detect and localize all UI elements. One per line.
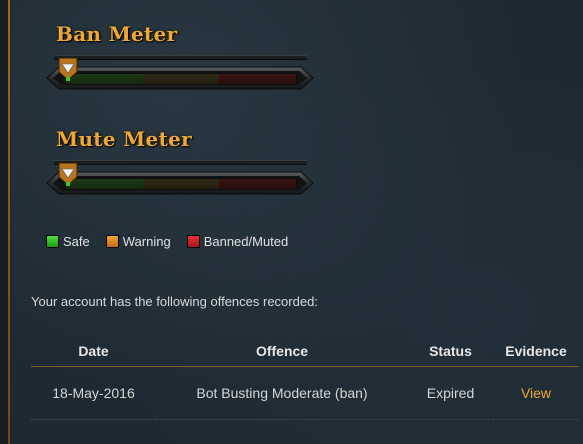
mute-meter-title: Mute Meter bbox=[56, 127, 192, 151]
muted-zone bbox=[219, 179, 297, 189]
legend-item-warning: Warning bbox=[105, 234, 171, 249]
evidence-cell: View bbox=[493, 367, 579, 420]
banned-swatch-icon bbox=[186, 235, 200, 248]
view-evidence-link[interactable]: View bbox=[521, 385, 551, 401]
offence-date: 18-May-2016 bbox=[52, 385, 135, 401]
legend-item-banned: Banned/Muted bbox=[186, 234, 289, 249]
ban-meter-title: Ban Meter bbox=[56, 22, 178, 46]
meter-legend: Safe Warning Banned/Muted bbox=[46, 234, 304, 249]
offence-name: Bot Busting Moderate (ban) bbox=[196, 385, 368, 401]
safe-swatch-icon bbox=[46, 235, 59, 248]
legend-item-safe: Safe bbox=[46, 234, 90, 249]
mute-meter-track bbox=[65, 178, 297, 190]
legend-label: Banned/Muted bbox=[203, 234, 289, 249]
left-border bbox=[0, 0, 12, 444]
offence-status: Expired bbox=[426, 385, 475, 401]
column-header-offence: Offence bbox=[255, 343, 309, 359]
ban-meter-marker-icon bbox=[58, 58, 78, 81]
banned-zone bbox=[219, 74, 297, 84]
ban-meter-track bbox=[65, 73, 297, 85]
warning-zone bbox=[142, 74, 220, 84]
warning-swatch-icon bbox=[105, 235, 119, 248]
offences-table: Date Offence Status Evidence 18-May-2016… bbox=[31, 336, 579, 420]
warning-zone bbox=[142, 179, 220, 189]
table-header-row: Date Offence Status Evidence bbox=[31, 336, 579, 367]
mute-meter-divider bbox=[54, 160, 307, 165]
ban-meter-divider bbox=[54, 55, 307, 60]
table-row: 18-May-2016 Bot Busting Moderate (ban) E… bbox=[31, 367, 579, 420]
column-header-date: Date bbox=[78, 343, 109, 359]
column-header-evidence: Evidence bbox=[505, 343, 567, 359]
legend-label: Safe bbox=[63, 234, 90, 249]
legend-label: Warning bbox=[122, 234, 171, 249]
column-header-status: Status bbox=[429, 343, 472, 359]
ban-meter bbox=[45, 58, 315, 92]
offences-intro: Your account has the following offences … bbox=[31, 294, 318, 309]
mute-meter bbox=[45, 163, 315, 197]
mute-meter-marker-icon bbox=[58, 163, 78, 186]
